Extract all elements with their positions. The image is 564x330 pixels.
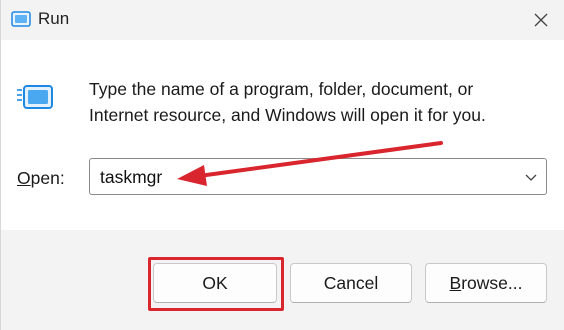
open-label-text: pen: bbox=[30, 168, 65, 188]
run-dialog: Run Type the name of a program, folder, … bbox=[0, 0, 564, 330]
description-line-1: Type the name of a program, folder, docu… bbox=[89, 79, 474, 99]
browse-button[interactable]: Browse... bbox=[425, 263, 547, 303]
open-combobox[interactable]: taskmgr bbox=[89, 158, 547, 195]
browse-accelerator: B bbox=[449, 272, 462, 293]
close-button[interactable] bbox=[521, 6, 561, 34]
close-icon bbox=[534, 13, 548, 27]
description-line-2: Internet resource, and Windows will open… bbox=[89, 105, 486, 125]
button-bar: OK Cancel Browse... bbox=[1, 230, 564, 330]
open-label-accelerator: O bbox=[17, 168, 31, 188]
ok-button[interactable]: OK bbox=[153, 263, 277, 303]
run-app-icon bbox=[11, 11, 31, 27]
chevron-down-icon[interactable] bbox=[524, 170, 538, 184]
run-app-icon bbox=[17, 85, 53, 109]
open-label: Open: bbox=[17, 168, 65, 189]
open-input[interactable]: taskmgr bbox=[100, 167, 162, 188]
browse-label: rowse... bbox=[461, 272, 523, 293]
dialog-body: Type the name of a program, folder, docu… bbox=[1, 40, 564, 230]
cancel-button[interactable]: Cancel bbox=[290, 263, 412, 303]
window-title: Run bbox=[38, 9, 70, 28]
title-bar[interactable]: Run bbox=[1, 0, 564, 40]
description-text: Type the name of a program, folder, docu… bbox=[89, 76, 549, 128]
